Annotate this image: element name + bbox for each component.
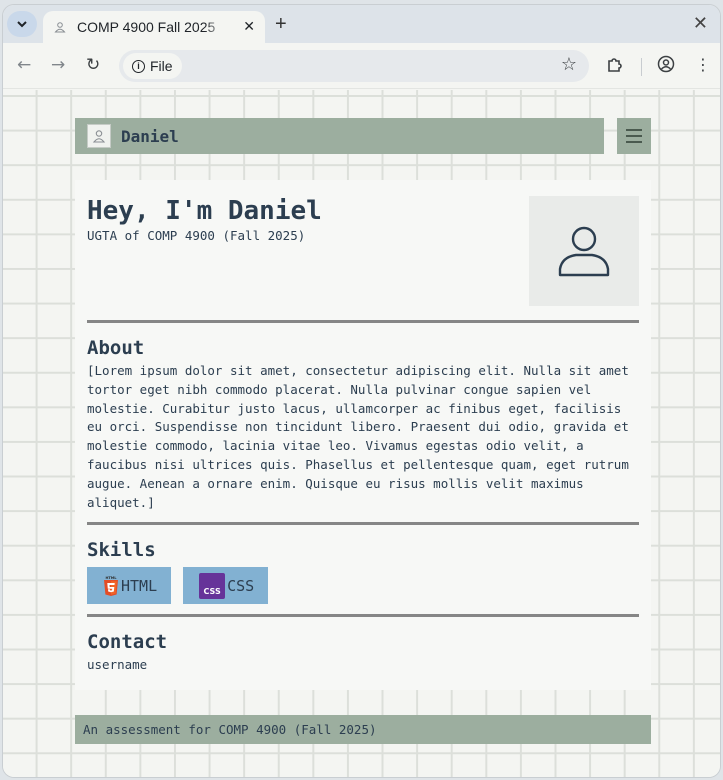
more-icon[interactable]: ⋮: [695, 55, 711, 74]
toolbar: ← → ↻ i File ☆ ⋮: [3, 43, 720, 89]
skills-section: Skills HTML HTML CSS CSS: [87, 525, 639, 614]
skill-label: HTML: [121, 576, 158, 595]
back-icon[interactable]: ←: [17, 55, 31, 75]
menu-icon-bar: [626, 141, 642, 143]
svg-text:HTML: HTML: [105, 576, 117, 580]
close-icon[interactable]: ✕: [243, 19, 255, 35]
html5-icon: HTML: [104, 576, 118, 596]
profile-picture: [529, 196, 639, 306]
contact-section: Contact username: [87, 617, 639, 682]
page-container: Daniel Hey, I'm Daniel UGTA of COMP 4900…: [75, 90, 651, 777]
about-heading: About: [87, 337, 145, 359]
chevron-down-icon: [17, 20, 27, 27]
site-name[interactable]: Daniel: [121, 127, 179, 146]
hero-section: Hey, I'm Daniel UGTA of COMP 4900 (Fall …: [87, 196, 639, 320]
contact-text: username: [87, 657, 148, 673]
skill-badge-css: CSS CSS: [183, 567, 269, 605]
hamburger-menu-button[interactable]: [617, 118, 651, 154]
tab-title: COMP 4900 Fall 2025: [77, 19, 216, 35]
menu-icon-bar: [626, 135, 642, 137]
extensions-icon[interactable]: [606, 55, 624, 77]
tab-active[interactable]: COMP 4900 Fall 2025 ✕: [43, 11, 265, 43]
profile-icon[interactable]: [657, 55, 675, 77]
tab-strip: COMP 4900 Fall 2025 ✕ + ✕: [3, 5, 720, 43]
forward-icon[interactable]: →: [51, 55, 65, 75]
reload-icon[interactable]: ↻: [86, 55, 100, 75]
close-icon[interactable]: ✕: [693, 13, 708, 34]
person-icon: [53, 20, 67, 34]
contact-heading: Contact: [87, 631, 168, 654]
css-icon: CSS: [199, 572, 226, 599]
skill-label: CSS: [227, 576, 255, 595]
star-icon[interactable]: ☆: [561, 54, 577, 75]
plus-icon[interactable]: +: [275, 13, 287, 36]
about-section: About [Lorem ipsum dolor sit amet, conse…: [87, 323, 639, 522]
browser-window: COMP 4900 Fall 2025 ✕ + ✕ ← → ↻ i File ☆…: [2, 4, 721, 778]
site-info-chip[interactable]: i File: [123, 53, 182, 79]
menu-icon-bar: [626, 129, 642, 131]
page-viewport: Daniel Hey, I'm Daniel UGTA of COMP 4900…: [3, 90, 720, 777]
footer-text: An assessment for COMP 4900 (Fall 2025): [83, 722, 377, 737]
about-text: [Lorem ipsum dolor sit amet, consectetur…: [87, 363, 629, 510]
skills-list: HTML HTML CSS CSS: [87, 567, 639, 605]
skills-heading: Skills: [87, 539, 156, 562]
address-bar[interactable]: i File ☆: [119, 50, 589, 82]
main-card: Hey, I'm Daniel UGTA of COMP 4900 (Fall …: [75, 180, 651, 690]
toolbar-separator: [641, 58, 642, 76]
site-footer: An assessment for COMP 4900 (Fall 2025): [75, 715, 651, 744]
info-icon: i: [132, 59, 145, 73]
site-header: Daniel: [75, 118, 604, 154]
person-icon: [558, 226, 610, 277]
tab-search-button[interactable]: [7, 11, 37, 37]
site-chip-label: File: [150, 58, 173, 74]
avatar-icon: [87, 124, 111, 148]
skill-badge-html: HTML HTML: [87, 567, 172, 605]
